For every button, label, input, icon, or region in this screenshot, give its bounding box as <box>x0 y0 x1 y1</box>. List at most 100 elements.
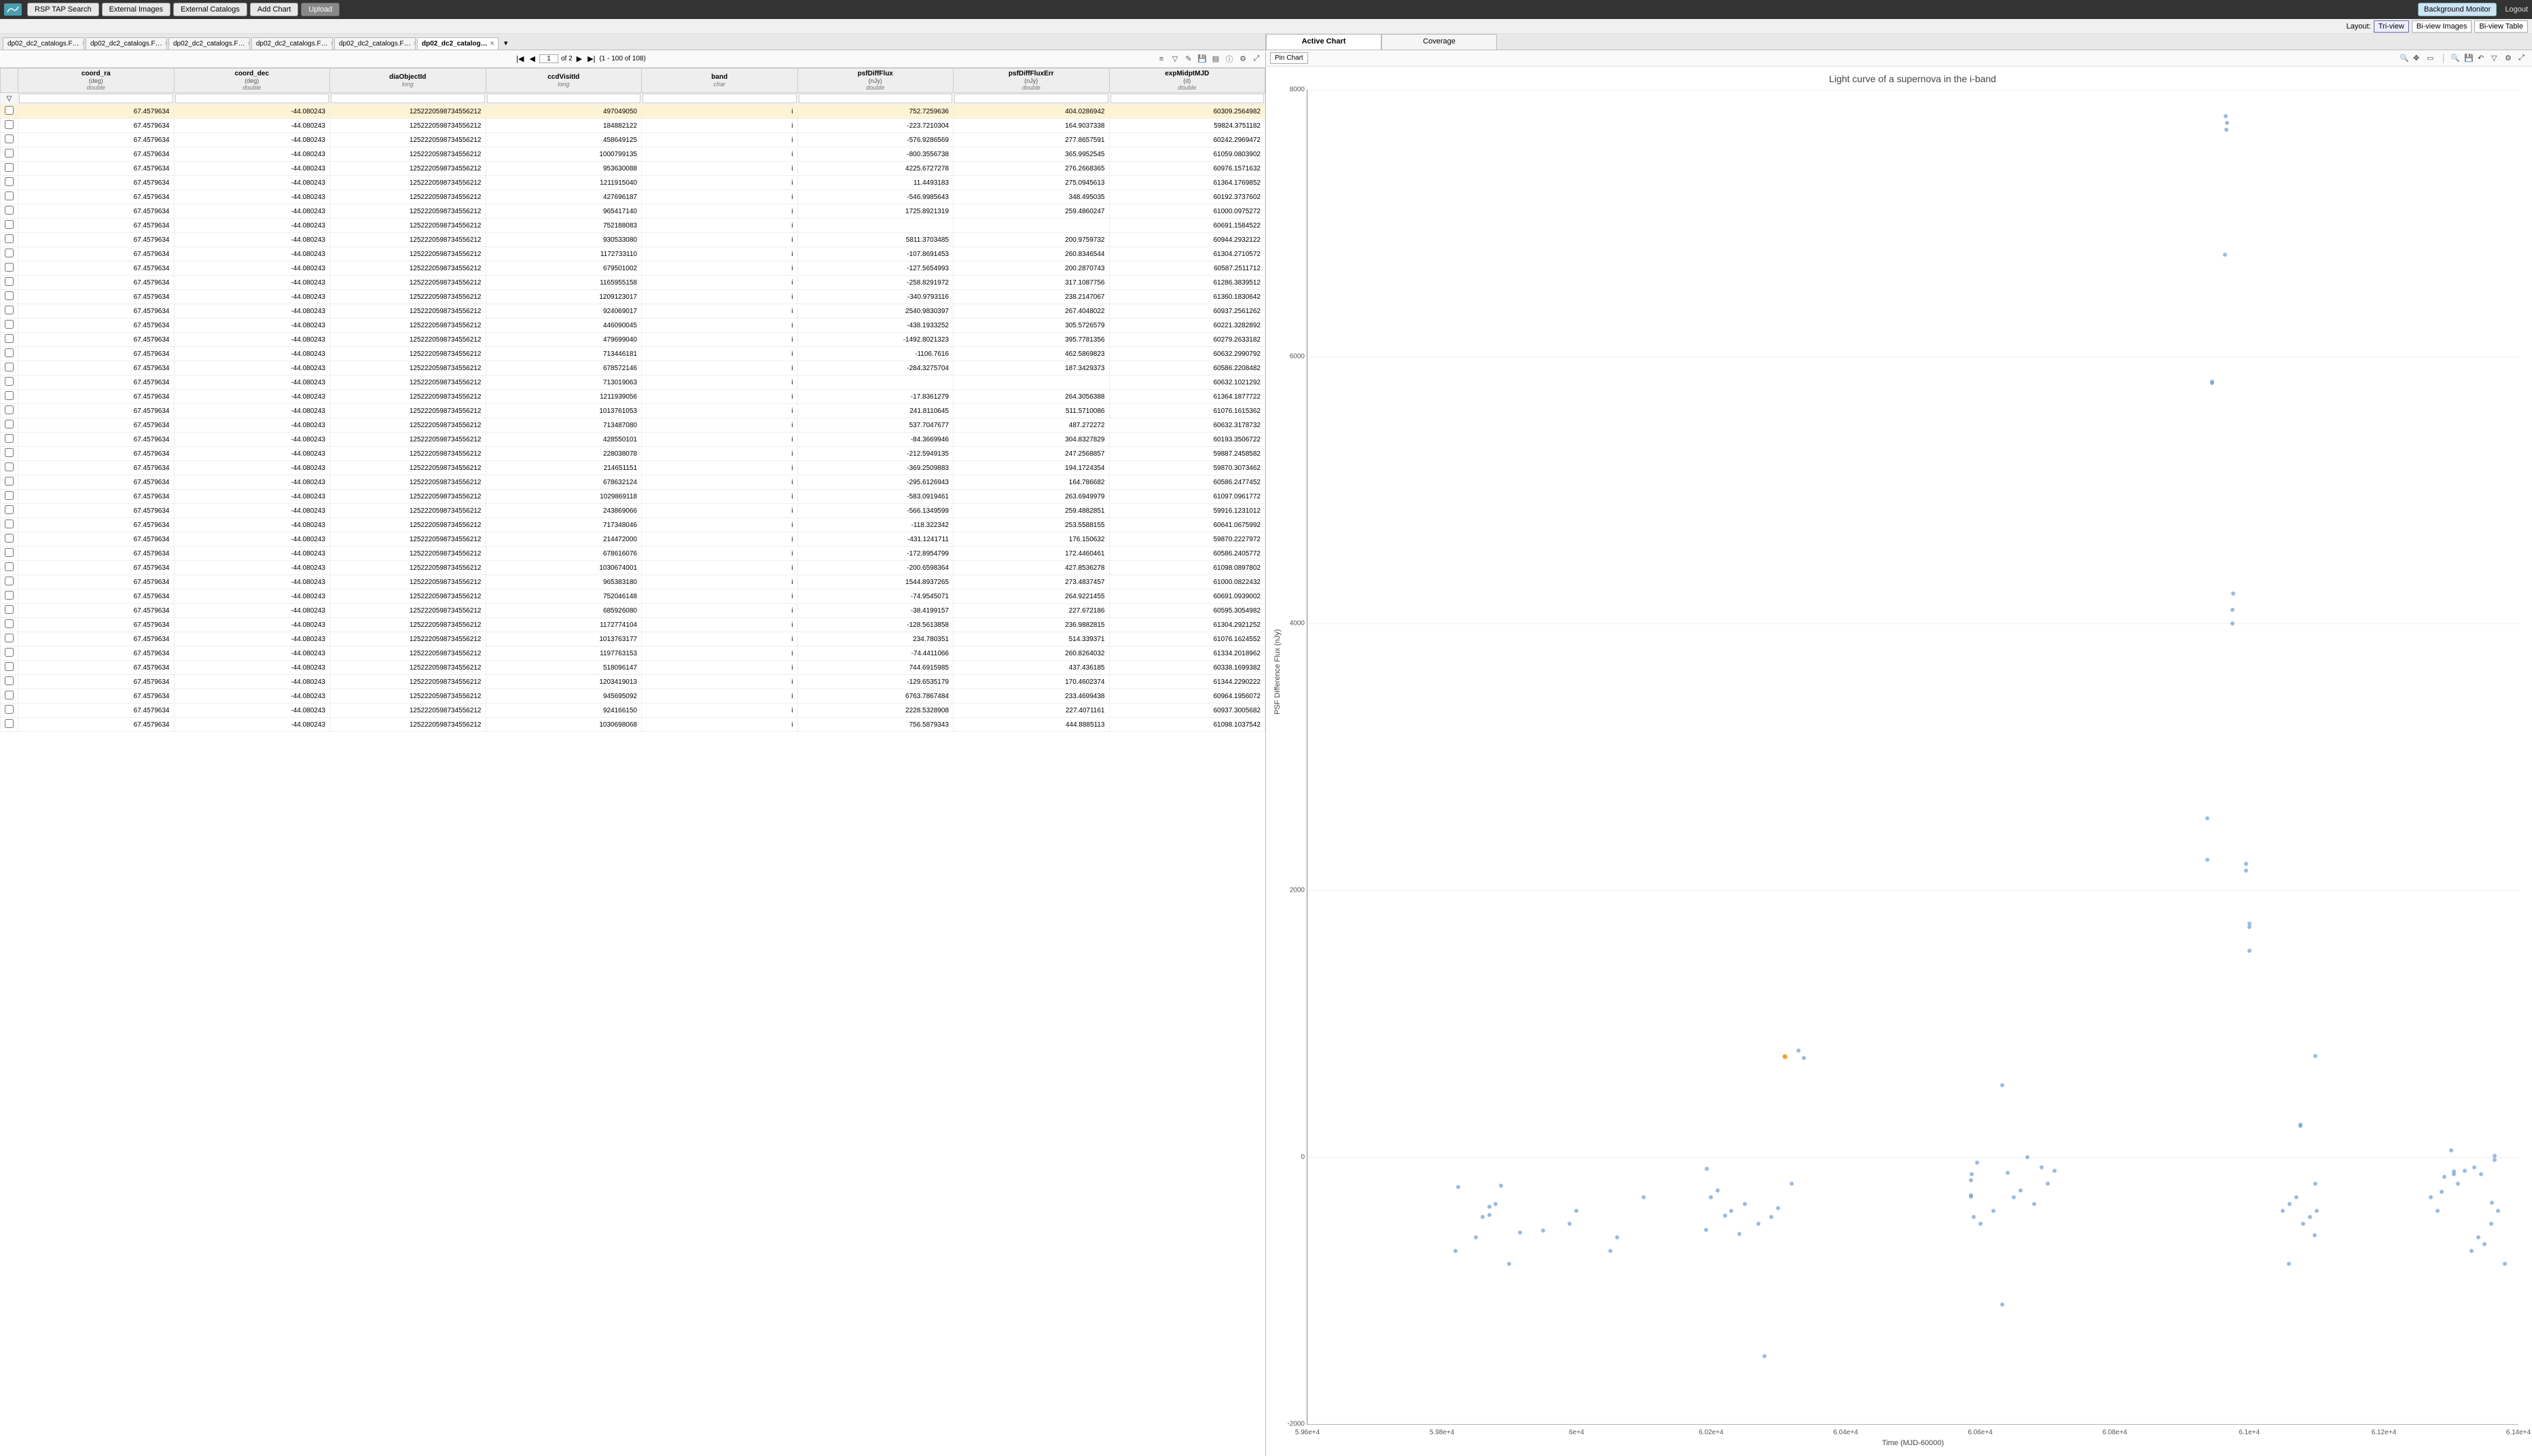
table-row[interactable]: 67.4579634-44.08024312522205987345562126… <box>1 261 1265 276</box>
filter-chart-icon[interactable]: ▽ <box>2491 54 2501 63</box>
data-point[interactable] <box>1991 1209 1995 1213</box>
data-point[interactable] <box>1574 1209 1578 1213</box>
filter-icon[interactable]: ▽ <box>1170 54 1180 64</box>
table-row[interactable]: 67.4579634-44.08024312522205987345562121… <box>1 247 1265 261</box>
upload-button[interactable]: Upload <box>301 3 340 16</box>
data-point[interactable] <box>2493 1158 2497 1162</box>
rsp-tap-search-button[interactable]: RSP TAP Search <box>27 3 99 16</box>
data-point[interactable] <box>2247 922 2251 926</box>
row-checkbox[interactable] <box>5 320 14 329</box>
next-page-icon[interactable]: ▶ <box>575 54 583 63</box>
row-checkbox[interactable] <box>5 691 14 699</box>
data-point[interactable] <box>2472 1165 2476 1169</box>
data-point[interactable] <box>2449 1148 2453 1152</box>
data-point[interactable] <box>2313 1054 2317 1058</box>
data-point[interactable] <box>1507 1262 1511 1266</box>
row-checkbox[interactable] <box>5 220 14 229</box>
row-checkbox[interactable] <box>5 206 14 215</box>
row-checkbox[interactable] <box>5 249 14 257</box>
table-row[interactable]: 67.4579634-44.08024312522205987345562129… <box>1 689 1265 704</box>
data-point[interactable] <box>2231 592 2235 596</box>
external-catalogs-button[interactable]: External Catalogs <box>173 3 247 16</box>
column-header[interactable]: psfDiffFluxErr(nJy)double <box>954 69 1110 93</box>
table-row[interactable]: 67.4579634-44.08024312522205987345562129… <box>1 304 1265 318</box>
table-row[interactable]: 67.4579634-44.08024312522205987345562122… <box>1 504 1265 518</box>
data-point[interactable] <box>1776 1206 1780 1210</box>
close-tab-icon[interactable]: × <box>490 40 494 48</box>
row-checkbox[interactable] <box>5 719 14 728</box>
last-page-icon[interactable]: ▶| <box>586 54 596 63</box>
data-point[interactable] <box>1972 1215 1976 1219</box>
row-checkbox[interactable] <box>5 548 14 557</box>
data-point[interactable] <box>1456 1185 1460 1189</box>
data-point[interactable] <box>2452 1172 2456 1176</box>
data-point[interactable] <box>2247 949 2251 953</box>
row-checkbox[interactable] <box>5 134 14 143</box>
result-tab[interactable]: dp02_dc2_catalogs.F…× <box>3 37 84 50</box>
data-point[interactable] <box>1705 1167 1709 1171</box>
data-point[interactable] <box>2298 1124 2302 1128</box>
data-point[interactable] <box>1796 1049 1801 1053</box>
row-checkbox[interactable] <box>5 263 14 272</box>
close-tab-icon[interactable]: × <box>331 40 333 48</box>
table-row[interactable]: 67.4579634-44.08024312522205987345562121… <box>1 675 1265 689</box>
data-point[interactable] <box>2019 1188 2023 1193</box>
result-tab[interactable]: dp02_dc2_catalogs.F…× <box>86 37 167 50</box>
select-icon[interactable]: ▭ <box>2427 54 2436 63</box>
row-checkbox[interactable] <box>5 348 14 357</box>
column-filter-input[interactable] <box>19 94 173 103</box>
result-tab[interactable]: dp02_dc2_catalogs.F…× <box>334 37 416 50</box>
data-point[interactable] <box>1716 1188 1720 1193</box>
row-checkbox[interactable] <box>5 420 14 429</box>
data-point[interactable] <box>2281 1209 2285 1213</box>
data-point[interactable] <box>2205 858 2209 862</box>
row-checkbox[interactable] <box>5 562 14 571</box>
data-point[interactable] <box>1541 1228 1545 1233</box>
data-point[interactable] <box>1568 1222 1572 1226</box>
zoom-in-icon[interactable]: 🔍 <box>2400 54 2409 63</box>
table-row[interactable]: 67.4579634-44.08024312522205987345562121… <box>1 618 1265 632</box>
table-row[interactable]: 67.4579634-44.08024312522205987345562121… <box>1 718 1265 732</box>
row-checkbox[interactable] <box>5 648 14 657</box>
table-row[interactable]: 67.4579634-44.08024312522205987345562127… <box>1 219 1265 233</box>
close-tab-icon[interactable]: × <box>248 40 250 48</box>
data-point[interactable] <box>2313 1233 2317 1237</box>
table-row[interactable]: 67.4579634-44.08024312522205987345562127… <box>1 376 1265 390</box>
data-point[interactable] <box>2224 128 2228 132</box>
column-filter-input[interactable] <box>799 94 953 103</box>
table-row[interactable]: 67.4579634-44.08024312522205987345562122… <box>1 447 1265 461</box>
data-point[interactable] <box>2315 1209 2319 1213</box>
data-point[interactable] <box>1487 1205 1491 1209</box>
data-point[interactable] <box>1481 1215 1485 1219</box>
layout-tri-view[interactable]: Tri-view <box>2374 20 2409 33</box>
data-point[interactable] <box>2442 1175 2446 1179</box>
data-point[interactable] <box>2308 1215 2312 1219</box>
chart-options-icon[interactable]: ⚙ <box>2505 54 2514 63</box>
data-point[interactable] <box>2287 1262 2291 1266</box>
table-row[interactable]: 67.4579634-44.08024312522205987345562127… <box>1 347 1265 361</box>
column-filter-input[interactable] <box>175 94 329 103</box>
close-tab-icon[interactable]: × <box>82 40 84 48</box>
data-point[interactable] <box>1762 1354 1767 1358</box>
data-point[interactable] <box>2025 1155 2029 1159</box>
data-point[interactable] <box>1518 1231 1522 1235</box>
save-chart-icon[interactable]: 💾 <box>2464 54 2474 63</box>
data-point[interactable] <box>2000 1083 2004 1087</box>
data-point[interactable] <box>2210 381 2214 385</box>
data-point[interactable] <box>2287 1202 2292 1206</box>
row-checkbox[interactable] <box>5 363 14 371</box>
data-point[interactable] <box>1729 1209 1733 1213</box>
data-point[interactable] <box>2440 1190 2444 1194</box>
filter-row-icon[interactable]: ▽ <box>7 95 12 103</box>
external-images-button[interactable]: External Images <box>102 3 170 16</box>
background-monitor-button[interactable]: Background Monitor <box>2418 3 2497 16</box>
data-point[interactable] <box>2040 1165 2044 1169</box>
table-row[interactable]: 67.4579634-44.08024312522205987345562129… <box>1 233 1265 247</box>
info-icon[interactable]: ⓘ <box>1225 54 1234 64</box>
data-point[interactable] <box>1709 1195 1713 1199</box>
result-tab[interactable]: dp02_dc2_catalogs.F…× <box>251 37 333 50</box>
table-row[interactable]: 67.4579634-44.08024312522205987345562121… <box>1 490 1265 504</box>
actions-menu-icon[interactable]: ≡ <box>1157 54 1166 64</box>
data-point[interactable] <box>2032 1202 2036 1206</box>
data-point[interactable] <box>1642 1195 1646 1199</box>
